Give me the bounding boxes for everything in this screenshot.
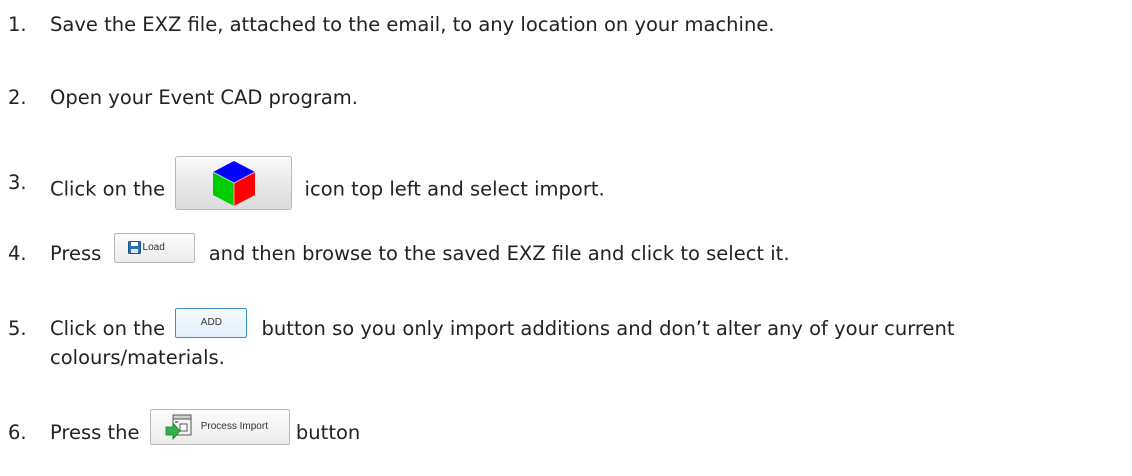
step-text-continuation: colours/materials. — [50, 346, 225, 369]
step-text-before: Click on the — [50, 317, 172, 340]
step-text-before: Press the — [50, 421, 146, 444]
step-text: Press the Process Import button — [50, 408, 361, 446]
step-text: Open your Event CAD program. — [50, 86, 358, 109]
process-import-icon — [165, 414, 192, 440]
step-number: 2. — [8, 86, 27, 109]
step-text-before: Click on the — [50, 177, 172, 201]
step-text: Click on the icon top left and select im… — [50, 156, 605, 210]
process-import-label: Process Import — [200, 420, 268, 432]
step-text: Press Load and then browse to the saved … — [50, 232, 790, 267]
step-number: 1. — [8, 13, 27, 36]
application-menu-button[interactable] — [175, 156, 293, 210]
floppy-disk-icon — [127, 240, 141, 254]
add-button[interactable]: ADD — [175, 307, 248, 338]
load-button-label: Load — [142, 241, 165, 253]
cube-icon — [213, 161, 256, 206]
step-number: 4. — [8, 242, 27, 265]
step-text-after: and then browse to the saved EXZ file an… — [202, 242, 790, 265]
step-text-after: button — [289, 421, 361, 444]
step-text-before: Press — [50, 242, 108, 265]
step-text: Save the EXZ file, attached to the email… — [50, 13, 775, 36]
step-text: Click on the ADD button so you only impo… — [50, 307, 955, 342]
step-text-after: icon top left and select import. — [298, 177, 605, 201]
step-number: 5. — [8, 317, 27, 340]
step-text-after: button so you only import additions and … — [255, 317, 955, 340]
step-number: 6. — [8, 421, 27, 444]
process-import-button[interactable]: Process Import — [149, 408, 290, 445]
step-number: 3. — [8, 171, 27, 194]
load-button[interactable]: Load — [113, 232, 195, 263]
